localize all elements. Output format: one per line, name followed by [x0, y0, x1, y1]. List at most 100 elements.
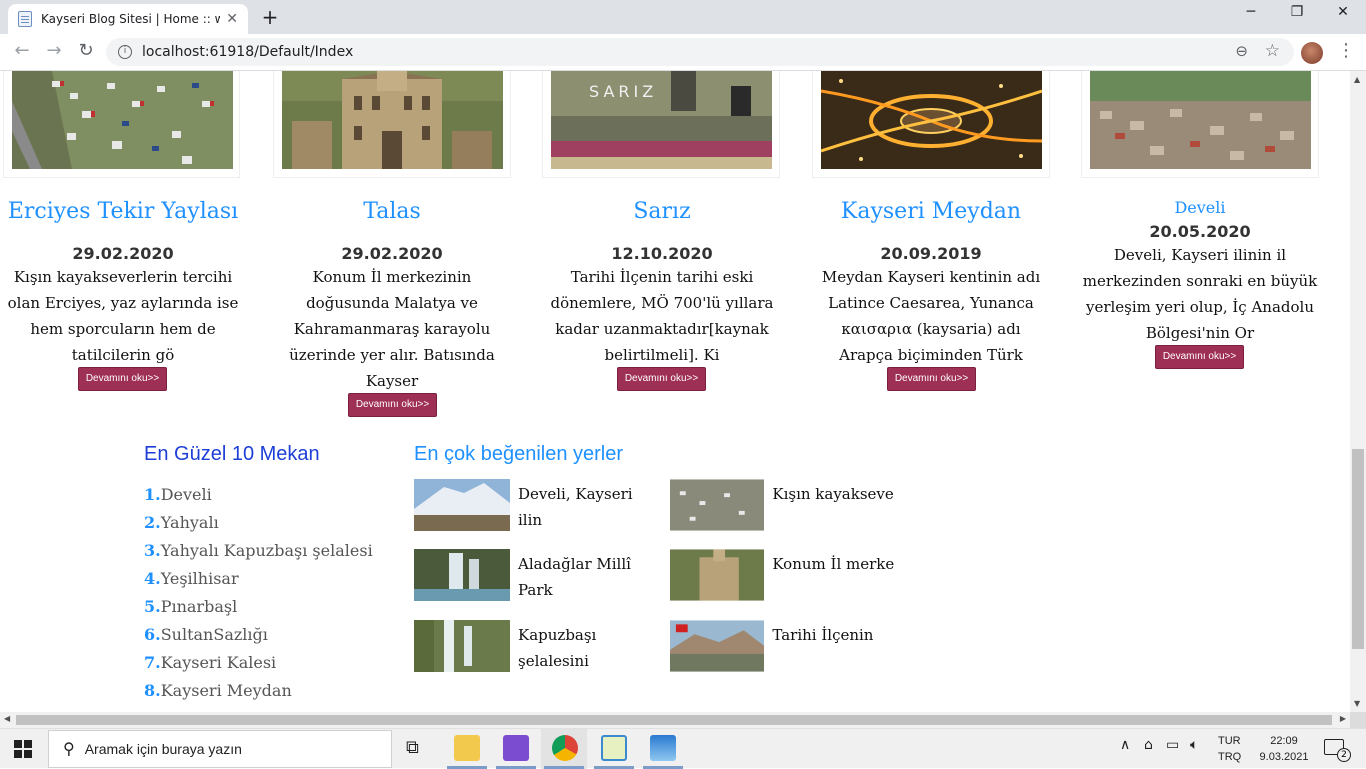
card-image-frame — [812, 71, 1050, 178]
minimize-icon[interactable]: ─ — [1228, 4, 1274, 20]
card-image-frame — [3, 71, 240, 178]
develi-image[interactable] — [1090, 71, 1311, 169]
sariz-sign-text: SARIZ — [589, 82, 657, 101]
forward-icon[interactable]: → — [42, 40, 66, 61]
top10-item[interactable]: 5.Pınarbaşl — [144, 593, 373, 621]
new-tab-icon[interactable]: + — [258, 5, 282, 29]
chrome-icon[interactable] — [552, 735, 578, 761]
file-explorer-icon[interactable] — [454, 735, 480, 761]
card-description: Develi, Kayseri ilinin il merkezinden so… — [1082, 246, 1318, 342]
reload-icon[interactable]: ↻ — [74, 40, 98, 61]
top10-item[interactable]: 3.Yahyalı Kapuzbaşı şelalesi — [144, 537, 373, 565]
favorites-heading: En çok beğenilen yerler — [414, 443, 624, 465]
favorite-thumbnail — [414, 479, 510, 531]
back-icon[interactable]: ← — [10, 40, 34, 61]
card-title[interactable]: Sarız — [542, 199, 782, 224]
kayseri-meydan-image[interactable] — [820, 71, 1043, 169]
vertical-scroll-thumb[interactable] — [1352, 449, 1364, 649]
show-hidden-icons-icon[interactable]: ∧ — [1120, 737, 1130, 753]
windows-start-icon[interactable] — [14, 740, 32, 758]
read-more-button[interactable]: Devamını oku>> — [617, 367, 706, 391]
task-view-icon[interactable]: ⧉ — [406, 737, 419, 758]
restore-icon[interactable]: ❐ — [1274, 4, 1320, 20]
tab-title: Kayseri Blog Sitesi | Home :: w3la — [41, 12, 221, 26]
scroll-down-icon[interactable]: ▼ — [1354, 699, 1360, 708]
site-info-icon[interactable]: i — [118, 45, 132, 59]
card-title[interactable]: Erciyes Tekir Yaylası — [0, 199, 246, 224]
card-date: 29.02.2020 — [341, 244, 443, 263]
favorite-item[interactable]: Kapuzbaşı şelalesini — [414, 620, 644, 674]
erciyes-image[interactable] — [12, 71, 233, 169]
taskbar-search-box[interactable]: ⚲ Aramak için buraya yazın — [48, 730, 392, 768]
favorite-text: Tarihi İlçenin — [772, 626, 874, 644]
sariz-image[interactable]: SARIZ — [551, 71, 772, 169]
favorite-thumbnail — [670, 620, 765, 672]
close-tab-icon[interactable]: ✕ — [226, 11, 238, 27]
read-more-button[interactable]: Devamını oku>> — [1155, 345, 1244, 369]
horizontal-scrollbar[interactable]: ◀ ▶ — [0, 712, 1350, 728]
input-language[interactable]: TUR TRQ — [1218, 733, 1241, 765]
top10-item[interactable]: 4.Yeşilhisar — [144, 565, 373, 593]
scrollbar-corner — [1350, 712, 1366, 728]
notification-center-icon[interactable]: 2 — [1324, 739, 1351, 762]
favorite-text: Aladağlar Millî Park — [518, 555, 631, 599]
card-date: 29.02.2020 — [72, 244, 174, 263]
favorite-thumbnail — [414, 549, 510, 601]
card-title[interactable]: Talas — [272, 199, 512, 224]
volume-icon[interactable]: 🔈︎ — [1190, 737, 1198, 753]
favorite-item[interactable]: Aladağlar Millî Park — [414, 549, 644, 603]
favorite-item[interactable]: Kışın kayakseve — [670, 479, 910, 531]
zoom-icon[interactable]: ⊖ — [1235, 42, 1248, 60]
favorite-thumbnail — [670, 549, 765, 601]
top10-item[interactable]: 2.Yahyalı — [144, 509, 373, 537]
battery-icon[interactable]: ▭ — [1166, 737, 1179, 753]
read-more-button[interactable]: Devamını oku>> — [887, 367, 976, 391]
browser-menu-icon[interactable]: ⋮ — [1337, 40, 1355, 61]
top10-item[interactable]: 8.Kayseri Meydan — [144, 677, 373, 705]
meet-now-icon[interactable]: ⌂ — [1144, 737, 1153, 753]
top10-list: 1.Develi 2.Yahyalı 3.Yahyalı Kapuzbaşı ş… — [144, 481, 373, 705]
search-placeholder: Aramak için buraya yazın — [84, 741, 242, 757]
profile-avatar[interactable] — [1301, 42, 1323, 64]
card-title[interactable]: Develi — [1080, 198, 1320, 217]
page-viewport: Erciyes Tekir Yaylası 29.02.2020 Kışın k… — [0, 71, 1350, 712]
scroll-up-icon[interactable]: ▲ — [1354, 75, 1360, 84]
favorite-text: Develi, Kayseri ilin — [518, 485, 633, 529]
url-text: localhost:61918/Default/Index — [142, 44, 354, 60]
browser-tab[interactable]: Kayseri Blog Sitesi | Home :: w3la ✕ — [8, 4, 248, 34]
favorite-thumbnail — [414, 620, 510, 672]
card-description: Kışın kayakseverlerin tercihi olan Erciy… — [7, 268, 239, 364]
top10-item[interactable]: 6.SultanSazlığı — [144, 621, 373, 649]
close-window-icon[interactable]: ✕ — [1320, 4, 1366, 20]
top10-item[interactable]: 1.Develi — [144, 481, 373, 509]
favorite-item[interactable]: Konum İl merke — [670, 549, 910, 601]
favorite-item[interactable]: Tarihi İlçenin — [670, 620, 910, 672]
vertical-scrollbar[interactable]: ▲ ▼ — [1350, 71, 1366, 712]
card-description: Meydan Kayseri kentinin adı Latince Caes… — [821, 268, 1041, 364]
top10-item[interactable]: 7.Kayseri Kalesi — [144, 649, 373, 677]
card-title[interactable]: Kayseri Meydan — [811, 199, 1051, 224]
favorite-item[interactable]: Develi, Kayseri ilin — [414, 479, 644, 533]
search-icon: ⚲ — [63, 741, 75, 758]
system-clock[interactable]: 22:09 9.03.2021 — [1254, 733, 1314, 765]
favorite-thumbnail — [670, 479, 765, 531]
notification-count: 2 — [1337, 748, 1351, 762]
bookmark-star-icon[interactable]: ☆ — [1265, 41, 1280, 61]
browser-toolbar: ← → ↻ i localhost:61918/Default/Index ⊖ … — [0, 34, 1366, 71]
visual-studio-icon[interactable] — [503, 735, 529, 761]
read-more-button[interactable]: Devamını oku>> — [348, 393, 437, 417]
windows-taskbar: ⚲ Aramak için buraya yazın ⧉ ∧ ⌂ ▭ 🔈︎ TU… — [0, 728, 1366, 769]
scroll-left-icon[interactable]: ◀ — [4, 714, 10, 723]
talas-image[interactable] — [282, 71, 503, 169]
card-image-frame: SARIZ — [542, 71, 780, 178]
card-image-frame — [1081, 71, 1319, 178]
photos-icon[interactable] — [650, 735, 676, 761]
horizontal-scroll-thumb[interactable] — [16, 715, 1332, 725]
read-more-button[interactable]: Devamını oku>> — [78, 367, 167, 391]
favorite-text: Kapuzbaşı şelalesini — [518, 626, 597, 670]
card-date: 12.10.2020 — [611, 244, 713, 263]
snipping-tool-icon[interactable] — [601, 735, 627, 761]
scroll-right-icon[interactable]: ▶ — [1340, 714, 1346, 723]
address-bar[interactable]: i localhost:61918/Default/Index ⊖ ☆ — [106, 38, 1294, 66]
card-date: 20.09.2019 — [880, 244, 982, 263]
